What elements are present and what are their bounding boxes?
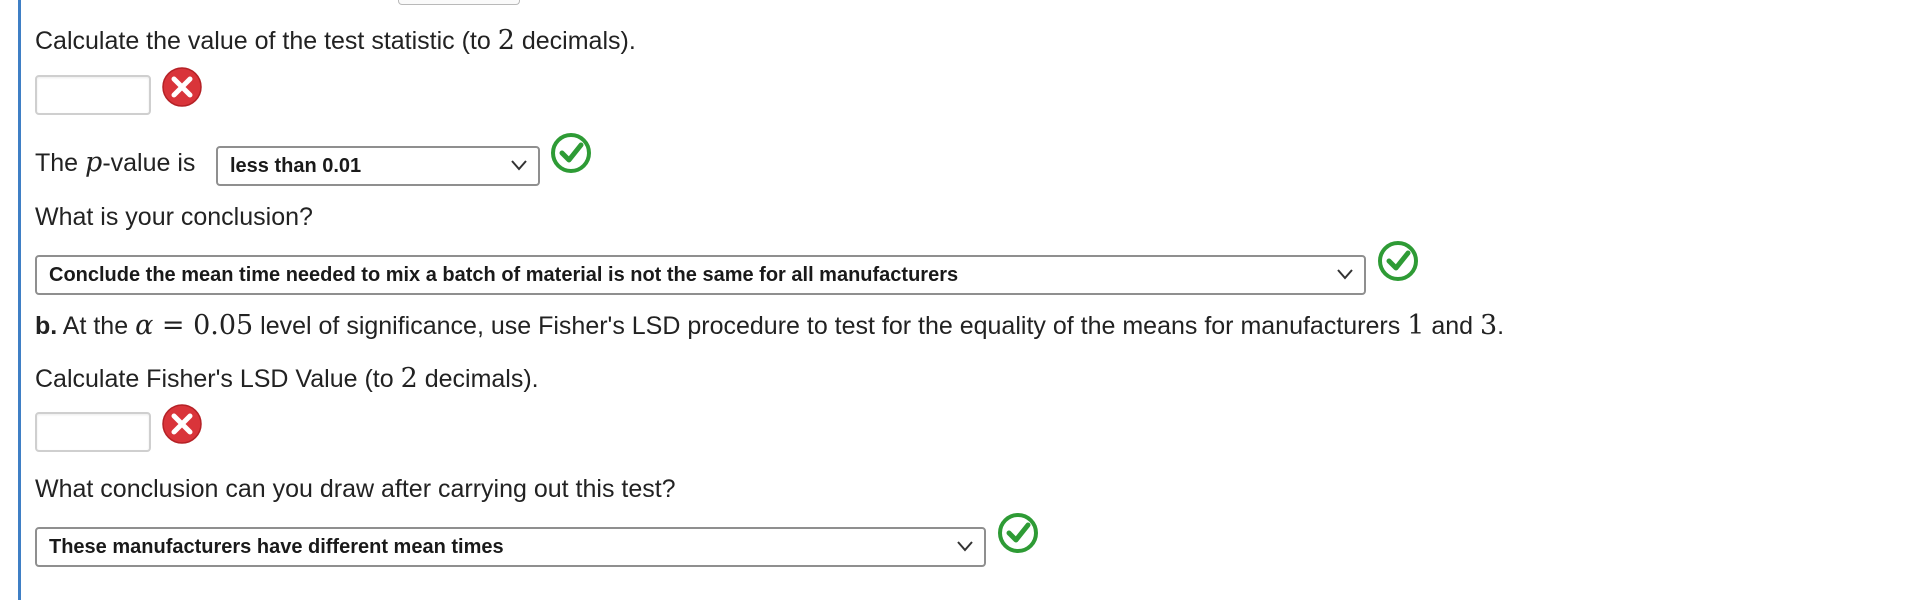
alpha-symbol: α bbox=[135, 310, 154, 341]
manufacturer-3: 3 bbox=[1479, 310, 1498, 341]
lsd-prompt-text-end: decimals). bbox=[417, 365, 539, 393]
chevron-down-icon bbox=[511, 160, 527, 171]
check-correct-icon bbox=[551, 133, 591, 173]
test-statistic-prompt: Calculate the value of the test statisti… bbox=[35, 26, 636, 56]
lsd-value-prompt: Calculate Fisher's LSD Value (to 2 decim… bbox=[35, 364, 539, 394]
part-b-text-2: level of significance, use Fisher's LSD … bbox=[253, 312, 1408, 340]
and-text: and bbox=[1424, 312, 1480, 340]
alpha-value: 0.05 bbox=[193, 310, 254, 341]
period: . bbox=[1497, 312, 1505, 340]
p-value-prompt: The p-value is bbox=[35, 148, 195, 178]
previous-input-edge bbox=[398, 0, 520, 5]
prompt-text: Calculate the value of the test statisti… bbox=[35, 27, 498, 55]
x-error-icon bbox=[162, 404, 202, 444]
lsd-conclusion-select[interactable]: These manufacturers have different mean … bbox=[35, 527, 986, 567]
equals-sign: = bbox=[153, 310, 194, 341]
prompt-text-end: decimals). bbox=[514, 27, 636, 55]
test-statistic-input[interactable] bbox=[35, 75, 151, 115]
p-variable: p bbox=[85, 147, 103, 178]
chevron-down-icon bbox=[1337, 269, 1353, 280]
chevron-down-icon bbox=[957, 541, 973, 552]
manufacturer-1: 1 bbox=[1407, 310, 1425, 341]
p-value-prefix: The bbox=[35, 149, 86, 177]
conclusion-prompt: What is your conclusion? bbox=[35, 203, 313, 231]
p-value-selected-option: less than 0.01 bbox=[230, 155, 362, 177]
p-value-select[interactable]: less than 0.01 bbox=[216, 146, 540, 186]
lsd-conclusion-prompt: What conclusion can you draw after carry… bbox=[35, 475, 676, 503]
x-error-icon bbox=[162, 67, 202, 107]
decimals-number: 2 bbox=[497, 25, 515, 56]
part-b-label: b. bbox=[35, 312, 58, 340]
check-correct-icon bbox=[1378, 241, 1418, 281]
conclusion-select[interactable]: Conclude the mean time needed to mix a b… bbox=[35, 255, 1366, 295]
lsd-value-input[interactable] bbox=[35, 412, 151, 452]
part-b-prompt: b. At the α = 0.05 level of significance… bbox=[35, 311, 1504, 341]
lsd-conclusion-selected-option: These manufacturers have different mean … bbox=[49, 536, 504, 558]
p-value-suffix: -value is bbox=[102, 149, 196, 177]
decimals-number: 2 bbox=[400, 363, 418, 394]
lsd-prompt-text: Calculate Fisher's LSD Value (to bbox=[35, 365, 401, 393]
conclusion-selected-option: Conclude the mean time needed to mix a b… bbox=[49, 264, 959, 286]
part-b-text: At the bbox=[57, 312, 136, 340]
check-correct-icon bbox=[998, 513, 1038, 553]
question-left-border bbox=[18, 0, 21, 600]
